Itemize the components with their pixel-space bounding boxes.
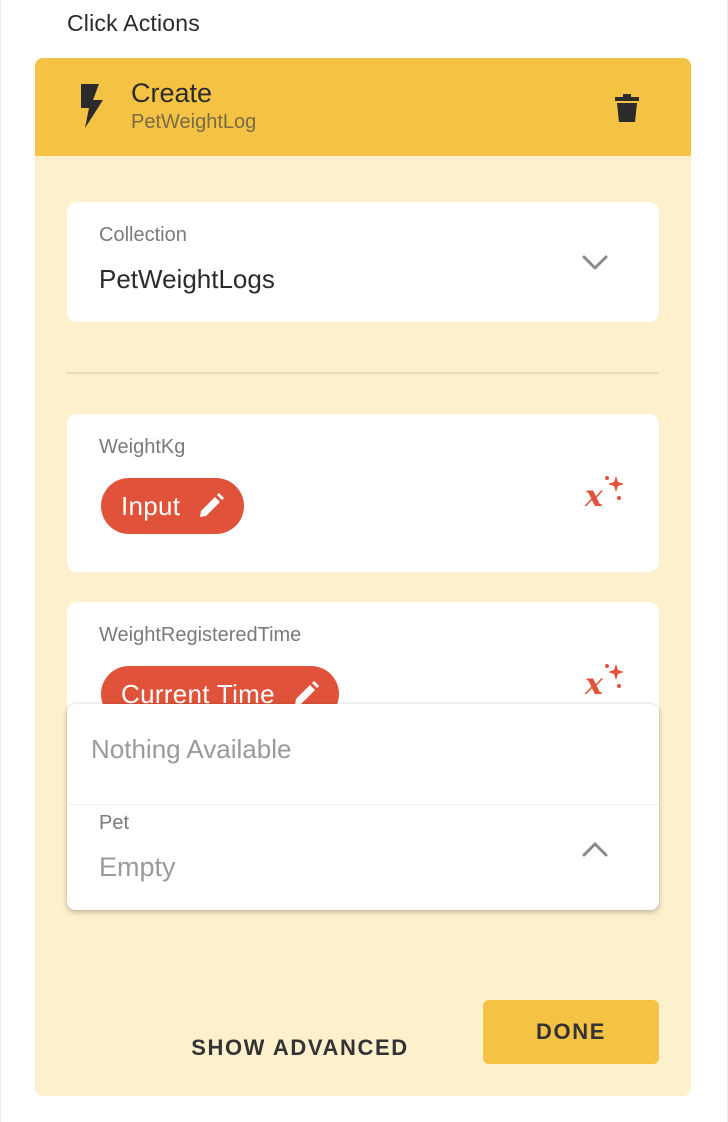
action-header[interactable]: Create PetWeightLog — [35, 58, 691, 156]
formula-icon[interactable]: x — [583, 472, 627, 512]
action-card: Create PetWeightLog Collection PetWeight… — [35, 58, 691, 1096]
pet-value: Empty — [99, 852, 176, 882]
dropdown-separator — [67, 804, 659, 805]
collection-select[interactable]: Collection PetWeightLogs — [67, 202, 659, 322]
collection-value: PetWeightLogs — [99, 264, 275, 294]
done-button[interactable]: DONE — [483, 1000, 659, 1064]
pet-dropdown[interactable]: Nothing Available Pet Empty — [67, 704, 659, 910]
pencil-icon — [200, 493, 225, 517]
field-label-weightkg: WeightKg — [99, 436, 186, 458]
chevron-up-icon[interactable] — [581, 840, 609, 858]
dropdown-empty-message: Nothing Available — [91, 734, 292, 764]
section-title: Click Actions — [67, 10, 200, 36]
svg-text:x: x — [584, 479, 604, 512]
chip-label: Input — [121, 490, 181, 521]
input-chip[interactable]: Input — [101, 478, 245, 534]
action-title: Create — [131, 78, 213, 108]
action-subtitle: PetWeightLog — [131, 111, 257, 133]
lightning-bolt-icon — [81, 84, 103, 128]
show-advanced-button[interactable]: SHOW ADVANCED — [175, 1016, 425, 1080]
chevron-down-icon — [582, 255, 608, 270]
formula-icon[interactable]: x — [583, 660, 627, 700]
svg-text:x: x — [584, 667, 604, 700]
trash-icon[interactable] — [615, 94, 639, 122]
field-label-weightregisteredtime: WeightRegisteredTime — [99, 624, 302, 646]
divider — [67, 372, 659, 374]
pet-label: Pet — [99, 812, 130, 834]
field-weightkg: WeightKg Input x — [67, 414, 659, 572]
collection-label: Collection — [99, 224, 187, 246]
page: Click Actions Create PetWeightLog Collec… — [0, 0, 728, 1122]
